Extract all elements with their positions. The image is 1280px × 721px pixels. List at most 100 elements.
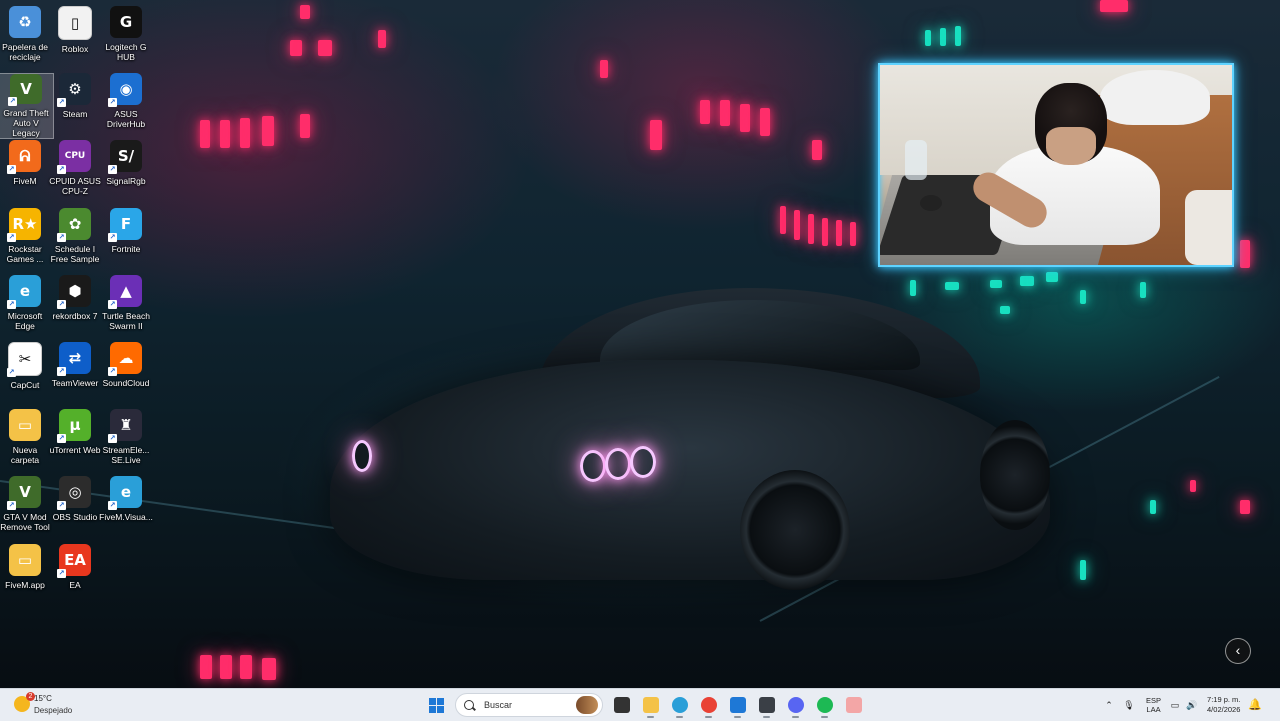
desktop-icon[interactable]: ♜ ↗ StreamEle... SE.Live (99, 409, 153, 473)
desktop-icon[interactable]: ♻ Papelera de reciclaje (0, 6, 52, 70)
store-taskbar-button[interactable] (723, 692, 752, 718)
desktop-icon-label: Fortnite (111, 243, 141, 254)
fortnite-icon: F ↗ (108, 207, 142, 242)
streamelements-icon: ♜ ↗ (108, 409, 142, 444)
obs-icon: ◎ ↗ (57, 476, 91, 511)
desktop-icon[interactable]: ✂ ↗ CapCut (0, 342, 52, 406)
notification-bell-icon[interactable]: 🔔 (1248, 699, 1262, 711)
desktop-icon[interactable]: V ↗ Grand Theft Auto V Legacy (0, 73, 54, 140)
desktop-icon[interactable]: S/↗ SignalRgb (99, 140, 153, 204)
shortcut-arrow-icon: ↗ (108, 434, 117, 444)
turtle-beach-icon: ▲ ↗ (108, 274, 142, 309)
desktop-icon[interactable]: ▯ Roblox (48, 6, 102, 70)
desktop-icon-label: Papelera de reciclaje (2, 42, 48, 62)
desktop-icon-label: FiveM.Visua... (99, 512, 153, 523)
desktop-icon-label: Logitech G HUB (105, 42, 147, 62)
volume-icon[interactable]: 🔊 (1183, 692, 1201, 718)
desktop-icon-label: Schedule I Free Sample (50, 243, 100, 264)
desktop-icon[interactable]: ◉ ↗ ASUS DriverHub (99, 73, 153, 137)
file-explorer-taskbar-button[interactable] (636, 692, 665, 718)
desktop-icon[interactable]: ▲ ↗ Turtle Beach Swarm II (99, 274, 153, 339)
keyboard-layout: LAA (1146, 705, 1161, 714)
desktop-icon[interactable]: ⬢ ↗ rekordbox 7 (48, 274, 102, 339)
desktop-icon[interactable]: ✿ ↗ Schedule I Free Sample (48, 207, 102, 272)
gta-mod-tool-icon: V ↗ (7, 476, 41, 511)
webcam-overlay (878, 63, 1234, 267)
shortcut-arrow-icon: ↗ (57, 434, 66, 444)
desktop-icon[interactable]: µ ↗ uTorrent Web (48, 409, 102, 473)
desktop-icon-label: OBS Studio (52, 512, 98, 523)
desktop-icon[interactable]: e ↗ Microsoft Edge (0, 274, 52, 339)
taskbar-search[interactable]: Buscar (455, 693, 603, 717)
app-cube-icon (758, 697, 775, 713)
roblox-icon: ▯ (58, 6, 92, 40)
search-icon (464, 700, 474, 710)
desktop-icon-label: TeamViewer (51, 378, 99, 388)
language-code: ESP (1146, 696, 1162, 705)
desktop-icon-label: rekordbox 7 (52, 310, 98, 321)
shortcut-arrow-icon: ↗ (57, 501, 66, 511)
desktop-icon[interactable]: ☁ ↗ SoundCloud (99, 342, 153, 406)
chrome-taskbar-button[interactable] (694, 692, 723, 718)
desktop-icon[interactable]: e ↗ FiveM.Visua... (99, 476, 153, 540)
spotify-taskbar-button[interactable] (810, 692, 839, 718)
desktop-icon-label: FiveM (13, 176, 37, 187)
desktop-icon-label: Nueva carpeta (10, 445, 40, 466)
search-placeholder: Buscar (484, 700, 513, 710)
shortcut-arrow-icon: ↗ (57, 165, 66, 175)
paint-taskbar-button[interactable] (839, 692, 868, 718)
windows-logo-icon (429, 697, 444, 713)
desktop-icon-label: Roblox (61, 44, 89, 54)
language-indicator[interactable]: ESP LAA (1146, 696, 1161, 714)
recycle-bin-icon: ♻ (9, 6, 41, 38)
desktop-icon[interactable]: ᕱ ↗ FiveM (0, 140, 52, 204)
edge-taskbar-taskbar-button[interactable] (665, 692, 694, 718)
desktop-icon[interactable]: V ↗ GTA V Mod Remove Tool (0, 476, 52, 540)
desktop-icon-label: Microsoft Edge (7, 310, 43, 331)
discord-taskbar-button[interactable] (781, 692, 810, 718)
utorrent-icon: µ ↗ (57, 409, 91, 444)
desktop-icon[interactable]: ▭ Nueva carpeta (0, 409, 52, 473)
desktop-icon-label: EA (69, 579, 81, 590)
shortcut-arrow-icon: ↗ (57, 232, 66, 242)
edge-icon: e ↗ (108, 476, 142, 511)
start-button[interactable] (422, 692, 451, 718)
desktop-icon[interactable]: CPU ↗ CPUID ASUS CPU-Z (48, 140, 102, 204)
shortcut-arrow-icon: ↗ (108, 501, 117, 511)
desktop-icon[interactable]: G Logitech G HUB (99, 6, 153, 70)
slideshow-prev-button[interactable]: ‹ (1225, 638, 1251, 664)
desktop-icon-label: GTA V Mod Remove Tool (0, 512, 50, 533)
microphone-icon[interactable]: 🎙 (1118, 692, 1140, 718)
weather-condition: Despejado (34, 706, 73, 715)
desktop-icon[interactable]: F ↗ Fortnite (99, 207, 153, 272)
shortcut-arrow-icon: ↗ (57, 367, 66, 376)
task-view-taskbar-button[interactable] (607, 692, 636, 718)
desktop-icon[interactable]: ⇄ ↗ TeamViewer (48, 342, 102, 406)
soundcloud-icon: ☁ ↗ (108, 342, 142, 376)
network-icon[interactable]: ▭ (1167, 692, 1183, 718)
chevron-up-icon[interactable]: ⌃ (1100, 692, 1118, 718)
taskbar-center: Buscar (422, 692, 868, 718)
desktop-icon-label: FiveM.app (5, 579, 45, 590)
system-tray: ⌃ 🎙 ESP LAA ▭ 🔊 7:19 p. m. 4/02/2026 🔔 (1100, 692, 1262, 718)
folder-icon: ▭ (9, 409, 41, 442)
discord-icon (787, 697, 804, 713)
gta-v-icon: V ↗ (8, 74, 42, 107)
store-icon (729, 697, 746, 713)
desktop-icon[interactable]: ◎ ↗ OBS Studio (48, 476, 102, 540)
weather-widget[interactable]: 2 15°C Despejado (10, 692, 100, 718)
clock[interactable]: 7:19 p. m. 4/02/2026 (1207, 695, 1240, 715)
weather-temperature: 15°C (34, 694, 52, 703)
desktop-icon-label: Steam (62, 109, 88, 120)
teamviewer-icon: ⇄ ↗ (57, 342, 91, 376)
desktop-icon[interactable]: ⚙ ↗ Steam (48, 73, 102, 137)
desktop-icon[interactable]: EA ↗ EA (48, 543, 102, 608)
desktop-icon[interactable]: ▭ FiveM.app (0, 543, 52, 608)
app-cube-taskbar-button[interactable] (752, 692, 781, 718)
shortcut-arrow-icon: ↗ (7, 165, 16, 175)
shortcut-arrow-icon: ↗ (7, 232, 16, 242)
shortcut-arrow-icon: ↗ (8, 97, 17, 107)
desktop-icon[interactable]: R★ ↗ Rockstar Games ... (0, 207, 52, 272)
shortcut-arrow-icon: ↗ (108, 232, 117, 242)
file-explorer-icon (642, 697, 659, 713)
